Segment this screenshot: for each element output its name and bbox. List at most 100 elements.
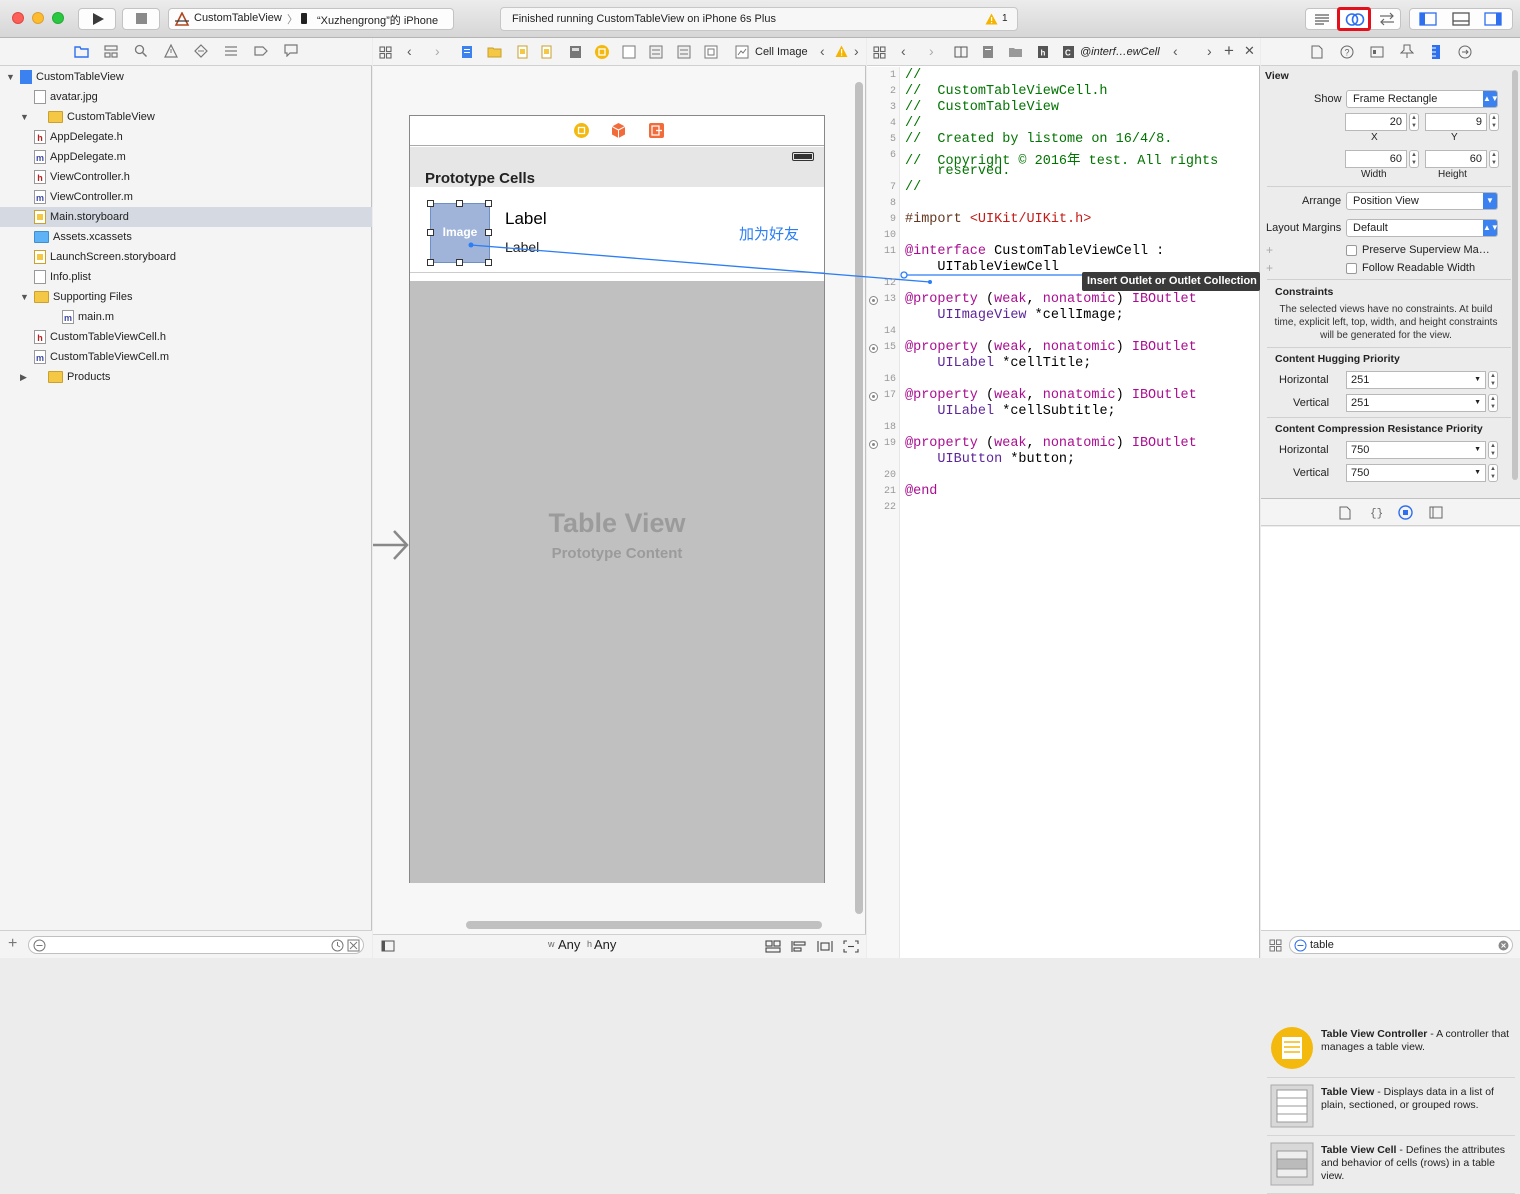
next-counterpart-icon[interactable]: ›	[1207, 43, 1212, 59]
breakpoint-navigator-tab-icon[interactable]	[254, 45, 268, 57]
outlet-connection-circle-icon[interactable]	[869, 440, 878, 449]
previous-counterpart-icon[interactable]: ‹	[1173, 43, 1178, 59]
y-stepper[interactable]: ▲ ▼	[1489, 113, 1499, 131]
next-issue-icon[interactable]: ›	[854, 43, 859, 59]
add-variation-icon[interactable]: +	[1266, 261, 1273, 275]
version-editor-icon[interactable]	[1378, 12, 1396, 26]
close-editor-icon[interactable]: ✕	[1244, 43, 1255, 59]
resize-handle[interactable]	[427, 229, 434, 236]
outlet-connection-circle-icon[interactable]	[869, 296, 878, 305]
navigator-item[interactable]: h ViewController.h	[0, 167, 372, 187]
warning-icon[interactable]	[985, 13, 998, 25]
table-cell-icon[interactable]	[649, 45, 663, 59]
navigator-item[interactable]: m ViewController.m	[0, 187, 372, 207]
readable-width-checkbox[interactable]	[1346, 263, 1357, 274]
prototype-cell[interactable]: Image Label Label 加为好友	[410, 187, 824, 273]
code-line[interactable]: // Created by listome on 16/4/8.	[905, 132, 1172, 147]
navigator-item[interactable]: h AppDelegate.h	[0, 127, 372, 147]
related-items-icon[interactable]	[379, 46, 392, 59]
jump-bar-selection[interactable]: Cell Image	[755, 46, 808, 58]
resize-handle[interactable]	[456, 200, 463, 207]
disclosure-open-icon[interactable]: ▼	[20, 287, 29, 307]
cell-subtitle-label[interactable]: Label	[505, 239, 539, 255]
header-file-icon[interactable]: h	[1037, 45, 1049, 59]
add-variation-icon[interactable]: +	[1266, 243, 1273, 257]
code-line[interactable]: #import <UIKit/UIKit.h>	[905, 212, 1091, 227]
project-navigator-tab-icon[interactable]	[74, 45, 89, 58]
navigator-filter-field[interactable]	[28, 936, 364, 954]
code-line[interactable]: @end	[905, 484, 937, 499]
attributes-inspector-icon[interactable]	[1400, 44, 1414, 59]
code-line[interactable]: UITableViewCell	[905, 260, 1059, 275]
hugging-horizontal-field[interactable]: 251 ▼	[1346, 371, 1486, 389]
navigator-item[interactable]: ▶ Products	[0, 367, 372, 387]
library-item[interactable]: Table View Cell - Defines the attributes…	[1267, 1136, 1515, 1194]
code-line[interactable]: // CustomTableViewCell.h	[905, 84, 1108, 99]
content-view-icon[interactable]	[677, 45, 691, 59]
code-line[interactable]: //	[905, 116, 921, 131]
code-line[interactable]: UIButton *button;	[905, 452, 1075, 467]
class-symbol-icon[interactable]: C	[1062, 45, 1075, 59]
library-item[interactable]: Table View Controller - A controller tha…	[1267, 1020, 1515, 1078]
code-line[interactable]: @interface CustomTableViewCell :	[905, 244, 1164, 259]
inspector-scrollbar[interactable]	[1512, 70, 1518, 480]
symbol-navigator-tab-icon[interactable]	[104, 45, 118, 58]
jump-bar-symbol[interactable]: @interf…ewCell	[1080, 46, 1160, 58]
navigator-item[interactable]: Assets.xcassets	[0, 227, 372, 247]
resize-handle[interactable]	[427, 259, 434, 266]
resize-handle[interactable]	[456, 259, 463, 266]
storyboard-canvas[interactable]: Prototype Cells Image Label Label 加为好友 T…	[373, 67, 855, 917]
find-navigator-tab-icon[interactable]	[134, 44, 148, 58]
identity-inspector-icon[interactable]	[1370, 45, 1384, 59]
library-filter-field[interactable]: table	[1289, 936, 1513, 954]
scheme-selector[interactable]: CustomTableView 〉 “Xuzhengrong”的 iPhone	[168, 8, 454, 30]
canvas-vertical-scrollbar[interactable]	[855, 82, 863, 914]
forward-arrow-icon[interactable]: ›	[929, 43, 934, 59]
navigator-item[interactable]: ▼ Supporting Files	[0, 287, 372, 307]
navigator-item[interactable]: LaunchScreen.storyboard	[0, 247, 372, 267]
table-view-controller-scene[interactable]: Prototype Cells Image Label Label 加为好友 T…	[409, 115, 825, 883]
storyboard-file-icon[interactable]	[517, 45, 528, 59]
assistant-editor-button[interactable]	[1337, 7, 1371, 31]
back-arrow-icon[interactable]: ‹	[901, 43, 906, 59]
scene-icon[interactable]	[569, 45, 582, 59]
code-line[interactable]: UILabel *cellSubtitle;	[905, 404, 1115, 419]
cell-title-label[interactable]: Label	[505, 209, 547, 229]
code-line[interactable]: @property (weak, nonatomic) IBOutlet	[905, 340, 1197, 355]
navigator-item[interactable]: m main.m	[0, 307, 372, 327]
compression-horizontal-stepper[interactable]: ▲ ▼	[1488, 441, 1498, 459]
outlet-connection-circle-icon[interactable]	[869, 392, 878, 401]
add-friend-button[interactable]: 加为好友	[739, 223, 799, 244]
show-popup[interactable]: Frame Rectangle ▲▼	[1346, 90, 1499, 108]
code-line[interactable]: //	[905, 180, 921, 195]
library-item[interactable]: Table View - Displays data in a list of …	[1267, 1078, 1515, 1136]
debug-navigator-tab-icon[interactable]	[224, 45, 238, 57]
counterparts-icon[interactable]	[954, 46, 968, 58]
zoom-window-button[interactable]	[52, 12, 64, 24]
file-template-library-icon[interactable]	[1339, 506, 1351, 520]
compression-vertical-stepper[interactable]: ▲ ▼	[1488, 464, 1498, 482]
height-stepper[interactable]: ▲ ▼	[1489, 150, 1499, 168]
navigator-item[interactable]: Info.plist	[0, 267, 372, 287]
code-line[interactable]: @property (weak, nonatomic) IBOutlet	[905, 292, 1197, 307]
grid-view-icon[interactable]	[1269, 939, 1282, 952]
test-navigator-tab-icon[interactable]	[194, 44, 208, 58]
code-line[interactable]: @property (weak, nonatomic) IBOutlet	[905, 436, 1197, 451]
align-icon[interactable]	[791, 940, 807, 953]
previous-issue-icon[interactable]: ‹	[820, 43, 825, 59]
stop-button[interactable]	[122, 8, 160, 30]
image-view-icon[interactable]	[735, 45, 749, 59]
cell-image-view[interactable]: Image	[430, 203, 490, 263]
debug-area-toggle-icon[interactable]	[1452, 12, 1470, 26]
add-file-icon[interactable]: +	[8, 935, 17, 953]
stack-icon[interactable]	[765, 940, 781, 953]
back-arrow-icon[interactable]: ‹	[407, 43, 412, 59]
resize-handle[interactable]	[485, 200, 492, 207]
compression-horizontal-field[interactable]: 750 ▼	[1346, 441, 1486, 459]
disclosure-closed-icon[interactable]: ▶	[20, 367, 27, 387]
navigator-item[interactable]: m CustomTableViewCell.m	[0, 347, 372, 367]
navigator-toggle-icon[interactable]	[1419, 12, 1437, 26]
hugging-vertical-field[interactable]: 251 ▼	[1346, 394, 1486, 412]
code-line[interactable]: //	[905, 68, 921, 83]
navigator-item[interactable]: Main.storyboard	[0, 207, 372, 227]
